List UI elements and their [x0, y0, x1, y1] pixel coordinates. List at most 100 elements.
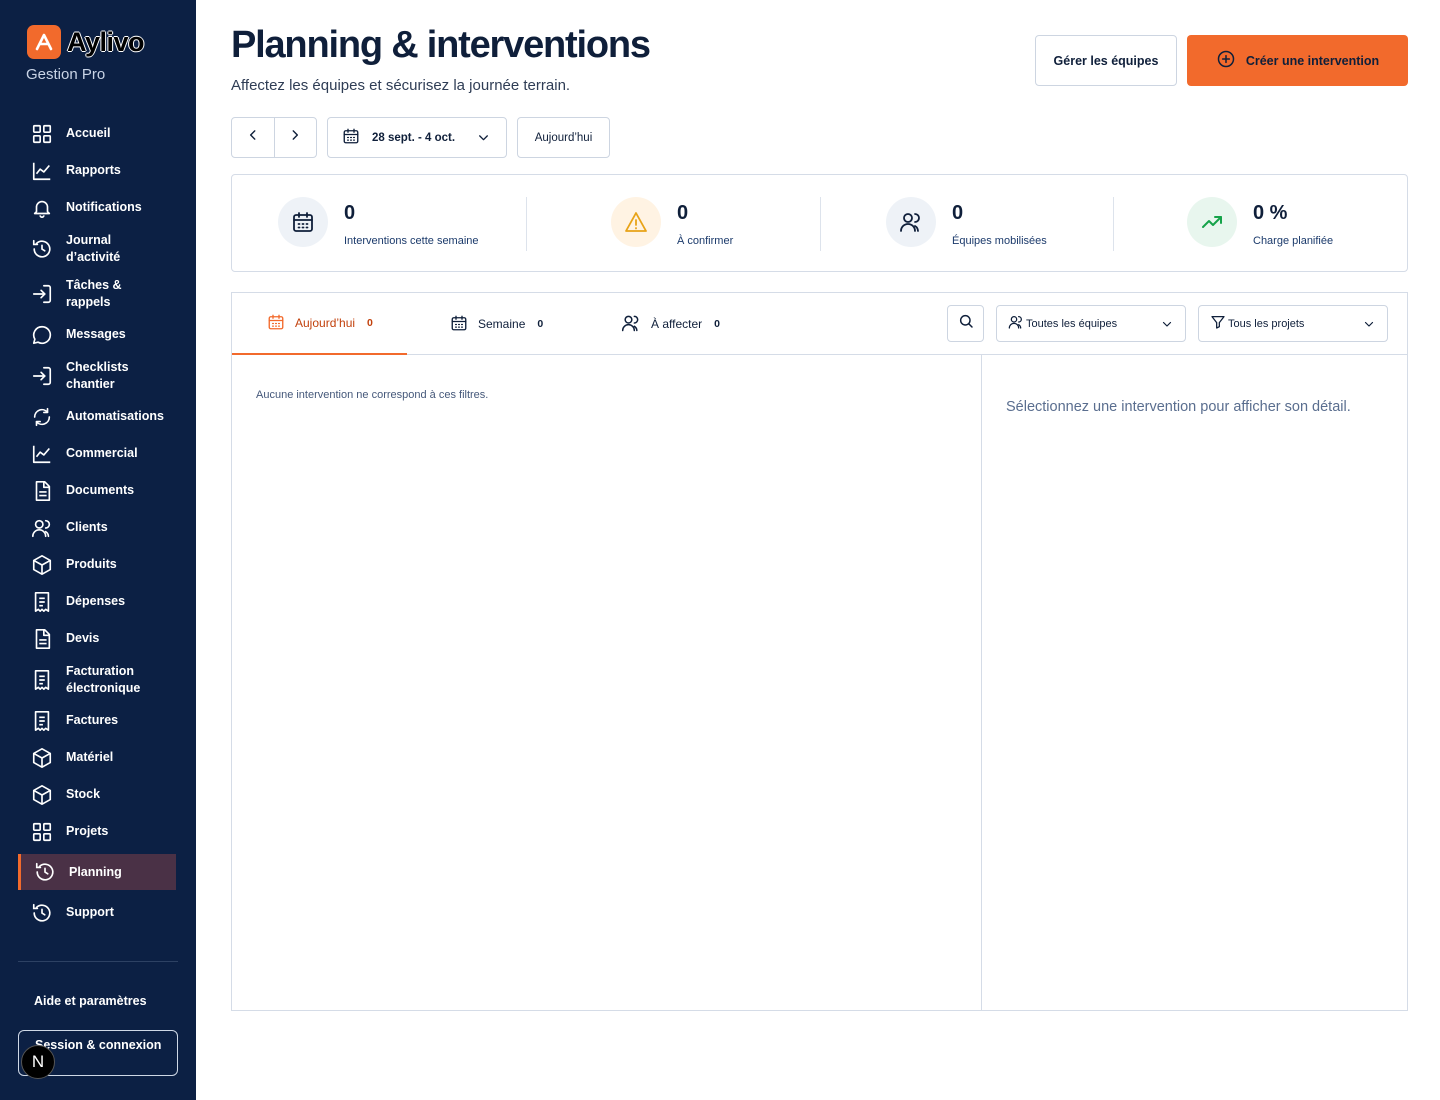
sidebar-item-produits[interactable]: Produits: [18, 546, 176, 583]
date-range-picker[interactable]: 28 sept. - 4 oct.: [327, 117, 507, 158]
today-button[interactable]: Aujourd’hui: [517, 117, 610, 158]
sidebar-item-checklists[interactable]: Checklists chantier: [18, 353, 176, 398]
page-title: Planning & interventions: [231, 24, 651, 66]
search-icon: [958, 313, 974, 334]
tabs-toolbar: Aujourd’hui 0 Semaine 0 À affecter 0 Tou…: [232, 293, 1407, 355]
tab-label: Aujourd’hui: [295, 316, 356, 330]
sidebar-item-journal[interactable]: Journal d’activité: [18, 226, 176, 271]
bell-icon: [30, 196, 54, 220]
date-range-label: 28 sept. - 4 oct.: [372, 131, 456, 144]
sidebar-item-label: Facturation électronique: [66, 663, 141, 695]
history-icon: [33, 860, 57, 884]
detail-placeholder: Sélectionnez une intervention pour affic…: [1006, 399, 1351, 415]
chart-line-icon: [30, 442, 54, 466]
help-settings-link[interactable]: Aide et paramètres: [34, 994, 147, 1008]
sidebar-item-label: Clients: [66, 520, 108, 534]
users-icon: [1008, 314, 1024, 333]
sidebar-item-taches[interactable]: Tâches & rappels: [18, 271, 176, 316]
box-icon: [30, 783, 54, 807]
receipt-icon: [30, 709, 54, 733]
sidebar-item-label: Checklists chantier: [66, 359, 129, 391]
sidebar-item-label: Projets: [66, 824, 109, 838]
sidebar-item-projets[interactable]: Projets: [18, 813, 176, 850]
document-icon: [30, 479, 54, 503]
sidebar-item-clients[interactable]: Clients: [18, 509, 176, 546]
sidebar-item-label: Notifications: [66, 200, 142, 214]
users-icon: [886, 197, 936, 247]
stat-value: 0: [344, 202, 356, 224]
sidebar-item-materiel[interactable]: Matériel: [18, 739, 176, 776]
sidebar-item-depenses[interactable]: Dépenses: [18, 583, 176, 620]
sidebar-item-label: Commercial: [66, 446, 138, 460]
stat-caption: Équipes mobilisées: [952, 235, 1047, 247]
sidebar-item-commercial[interactable]: Commercial: [18, 435, 176, 472]
calendar-icon: [278, 197, 328, 247]
sidebar-item-label: Journal d’activité: [66, 232, 121, 264]
sidebar-item-devis[interactable]: Devis: [18, 620, 176, 657]
sidebar-item-label: Rapports: [66, 163, 121, 177]
stat-divider: [820, 197, 821, 251]
stat-caption: À confirmer: [677, 235, 734, 247]
history-icon: [30, 237, 54, 261]
n-badge-icon[interactable]: N: [21, 1045, 55, 1079]
sidebar-item-label: Messages: [66, 327, 126, 341]
manage-teams-button[interactable]: Gérer les équipes: [1035, 35, 1177, 86]
sidebar-item-label: Devis: [66, 631, 100, 645]
sidebar-item-automatisations[interactable]: Automatisations: [18, 398, 176, 435]
sidebar-item-label: Support: [66, 905, 114, 919]
week-navigation: [231, 117, 317, 158]
box-icon: [30, 746, 54, 770]
tab-week[interactable]: Semaine 0: [450, 293, 543, 355]
stat-value: 0: [952, 202, 964, 224]
filter-icon: [1210, 314, 1226, 333]
chevron-down-icon: [477, 131, 490, 147]
tab-today[interactable]: Aujourd’hui 0: [232, 293, 407, 355]
search-button[interactable]: [947, 305, 984, 342]
sidebar-item-support[interactable]: Support: [18, 894, 176, 931]
create-intervention-label: Créer une intervention: [1245, 53, 1380, 68]
box-icon: [30, 553, 54, 577]
sidebar-item-stock[interactable]: Stock: [18, 776, 176, 813]
sidebar-item-facturation[interactable]: Facturation électronique: [18, 657, 176, 702]
stat-caption: Interventions cette semaine: [344, 235, 479, 247]
calendar-icon: [342, 127, 360, 148]
trend-up-icon: [1187, 197, 1237, 247]
tab-to-assign[interactable]: À affecter 0: [621, 293, 720, 355]
previous-week-button[interactable]: [232, 118, 274, 157]
sidebar-item-label: Planning: [69, 864, 122, 879]
sidebar-item-accueil[interactable]: Accueil: [18, 115, 176, 152]
login-icon: [30, 282, 54, 306]
projects-filter-value: Tous les projets: [1228, 317, 1305, 330]
stats-card: 0 Interventions cette semaine 0 À confir…: [231, 174, 1408, 272]
sidebar-item-planning[interactable]: Planning: [18, 854, 176, 890]
sidebar-item-label: Accueil: [66, 126, 111, 140]
grid-icon: [30, 122, 54, 146]
create-intervention-button[interactable]: Créer une intervention: [1187, 35, 1408, 86]
sidebar-item-factures[interactable]: Factures: [18, 702, 176, 739]
chart-line-icon: [30, 159, 54, 183]
sidebar-item-rapports[interactable]: Rapports: [18, 152, 176, 189]
next-week-button[interactable]: [273, 118, 317, 157]
warning-icon: [611, 197, 661, 247]
teams-filter-select[interactable]: Toutes les équipes: [996, 305, 1186, 342]
sidebar-item-notifications[interactable]: Notifications: [18, 189, 176, 226]
users-icon: [30, 516, 54, 540]
calendar-icon: [267, 313, 285, 334]
interventions-list: Aucune intervention ne correspond à ces …: [232, 355, 982, 1010]
sidebar-item-messages[interactable]: Messages: [18, 316, 176, 353]
grid-icon: [30, 820, 54, 844]
stat-divider: [526, 197, 527, 251]
interventions-panel: Aujourd’hui 0 Semaine 0 À affecter 0 Tou…: [231, 292, 1408, 1011]
receipt-icon: [30, 668, 54, 692]
history-icon: [30, 901, 54, 925]
chevron-down-icon: [1363, 318, 1375, 333]
tab-label: À affecter: [651, 317, 703, 331]
empty-list-message: Aucune intervention ne correspond à ces …: [256, 389, 489, 401]
sidebar-item-documents[interactable]: Documents: [18, 472, 176, 509]
sidebar-nav: Accueil Rapports Notifications Journal d…: [18, 115, 176, 931]
plus-circle-icon: [1216, 49, 1236, 72]
projects-filter-select[interactable]: Tous les projets: [1198, 305, 1388, 342]
sidebar-item-label: Automatisations: [66, 409, 164, 423]
brand[interactable]: Aylivo: [27, 25, 145, 59]
stat-value: 0: [677, 202, 689, 224]
